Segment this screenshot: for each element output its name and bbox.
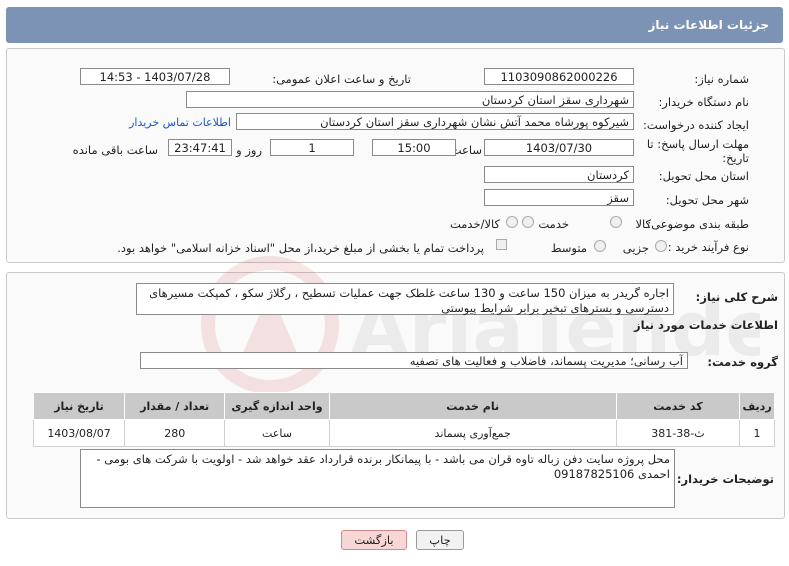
cell-qty: 280 xyxy=(124,419,226,447)
remaining-time-field: 23:47:41 xyxy=(168,139,232,156)
remaining-time-label: ساعت باقی مانده xyxy=(72,143,158,157)
delivery-city-label: شهر محل تحویل: xyxy=(665,193,749,207)
services-table: ردیف کد خدمت نام خدمت واحد اندازه گیری ت… xyxy=(32,392,775,447)
announce-datetime-field: 1403/07/28 - 14:53 xyxy=(80,68,230,85)
treasury-note: پرداخت تمام یا بخشی از مبلغ خرید،از محل … xyxy=(117,241,484,255)
category-label: طبقه بندی موضوعی: xyxy=(647,217,749,231)
treasury-checkbox[interactable] xyxy=(496,239,507,250)
category-goods-label: کالا xyxy=(635,217,651,231)
service-group-label: گروه خدمت: xyxy=(707,355,778,369)
buyer-org-label: نام دستگاه خریدار: xyxy=(658,95,749,109)
delivery-city-field: سقز xyxy=(484,189,634,206)
category-goods-service-label: کالا/خدمت xyxy=(449,217,500,231)
services-section-title: اطلاعات خدمات مورد نیاز xyxy=(634,318,778,332)
deadline-date-field: 1403/07/30 xyxy=(484,139,634,156)
cell-row: 1 xyxy=(739,419,775,447)
cell-unit: ساعت xyxy=(224,419,330,447)
deadline-time-field: 15:00 xyxy=(372,139,456,156)
buyer-notes-label: توضیحات خریدار: xyxy=(676,472,774,486)
deadline-date-label: تاریخ: xyxy=(722,151,749,165)
page-header: جزئیات اطلاعات نیاز xyxy=(6,7,783,43)
process-minor-label: جزیی xyxy=(622,241,649,255)
deadline-label: مهلت ارسال پاسخ: تا xyxy=(646,137,749,151)
col-row-header: ردیف xyxy=(739,392,775,420)
category-service-label: خدمت xyxy=(538,217,569,231)
deadline-days-label: روز و xyxy=(236,143,262,157)
category-radio-service[interactable] xyxy=(522,216,534,228)
summary-text: اجاره گریدر به میزان 150 ساعت و 130 ساعت… xyxy=(136,283,674,315)
process-radio-medium[interactable] xyxy=(594,240,606,252)
back-button[interactable]: بازگشت xyxy=(341,530,407,550)
category-radio-goods[interactable] xyxy=(610,216,622,228)
cell-name: جمع‌آوری پسماند xyxy=(328,419,617,447)
delivery-province-label: استان محل تحویل: xyxy=(658,169,749,183)
col-qty-header: تعداد / مقدار xyxy=(124,392,226,420)
cell-date: 1403/08/07 xyxy=(32,419,126,447)
col-unit-header: واحد اندازه گیری xyxy=(224,392,330,420)
requester-label: ایجاد کننده درخواست: xyxy=(643,118,749,132)
deadline-days-field: 1 xyxy=(270,139,354,156)
need-number-label: شماره نیاز: xyxy=(694,72,749,86)
page-title: جزئیات اطلاعات نیاز xyxy=(648,18,769,32)
cell-code: ث-38-381 xyxy=(615,419,741,447)
buyer-org-field: شهرداری سقز استان کردستان xyxy=(186,91,634,108)
summary-label: شرح کلی نیاز: xyxy=(695,290,778,304)
buyer-contact-link[interactable]: اطلاعات تماس خریدار xyxy=(129,116,231,129)
buyer-notes-text: محل پروژه سایت دفن زباله تاوه قران می با… xyxy=(80,449,675,508)
col-date-header: تاریخ نیاز xyxy=(32,392,126,420)
delivery-province-field: کردستان xyxy=(484,166,634,183)
table-row: 1 ث-38-381 جمع‌آوری پسماند ساعت 280 1403… xyxy=(32,419,775,447)
table-header-row: ردیف کد خدمت نام خدمت واحد اندازه گیری ت… xyxy=(32,392,775,420)
requester-field: شیرکوه پورشاه محمد آتش نشان شهرداری سقز … xyxy=(236,113,634,130)
need-number-field: 1103090862000226 xyxy=(484,68,634,85)
process-medium-label: متوسط xyxy=(550,241,587,255)
print-button[interactable]: چاپ xyxy=(416,530,464,550)
col-name-header: نام خدمت xyxy=(328,392,617,420)
col-code-header: کد خدمت xyxy=(615,392,741,420)
process-radio-minor[interactable] xyxy=(655,240,667,252)
announce-datetime-label: تاریخ و ساعت اعلان عمومی: xyxy=(272,72,411,86)
category-radio-goods-service[interactable] xyxy=(506,216,518,228)
process-label: نوع فرآیند خرید : xyxy=(667,240,749,254)
service-group-field: آب رسانی؛ مدیریت پسماند، فاضلاب و فعالیت… xyxy=(140,352,688,369)
